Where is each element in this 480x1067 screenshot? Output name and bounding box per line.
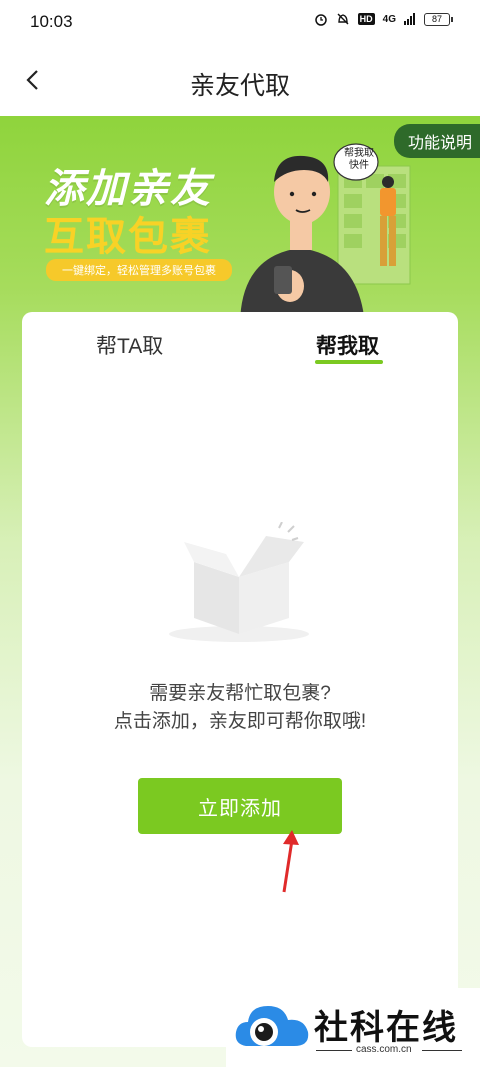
active-tab-indicator <box>315 360 383 364</box>
watermark-name: 社科在线 <box>314 1009 458 1047</box>
page-title: 亲友代取 <box>189 72 290 100</box>
annotation-arrow-icon <box>282 830 299 893</box>
main-card: 帮TA取 帮我取 需要亲友帮忙取包裹? 点击添加，亲友即可帮你取哦! 立即添加 <box>22 312 458 1047</box>
banner-slogan: 一键绑定，轻松管理多账号包裹 <box>46 259 232 281</box>
promo-banner: 添加亲友 互取包裹 一键绑定，轻松管理多账号包裹 功能说明 帮我取快件 <box>0 116 480 316</box>
tab-help-me[interactable]: 帮我取 <box>316 330 379 360</box>
alarm-icon <box>314 14 327 26</box>
battery-indicator: 87 <box>424 12 453 26</box>
network-type: 4G <box>382 13 396 25</box>
speech-bubble-text: 帮我取快件 <box>344 148 374 171</box>
status-time: 10:03 <box>30 12 73 31</box>
signal-icon <box>404 13 415 25</box>
hd-badge: HD <box>357 13 375 25</box>
tab-help-them[interactable]: 帮TA取 <box>96 330 163 360</box>
empty-box-icon <box>169 522 309 642</box>
empty-state-line1: 需要亲友帮忙取包裹? <box>149 683 331 704</box>
status-bar: 10:03 HD 4G 87 <box>0 0 480 44</box>
banner-illustration <box>240 143 411 316</box>
bell-muted-icon <box>337 13 349 25</box>
banner-title-line2: 互取包裹 <box>44 215 212 259</box>
watermark-domain: cass.com.cn <box>356 1044 412 1055</box>
nav-bar: 亲友代取 <box>0 44 480 116</box>
status-icons: HD 4G 87 <box>314 12 453 26</box>
watermark-divider-left <box>316 1050 352 1051</box>
watermark-divider-right <box>422 1050 462 1051</box>
empty-state-line2: 点击添加，亲友即可帮你取哦! <box>113 711 367 732</box>
watermark-logo-icon <box>235 1006 309 1046</box>
add-now-button[interactable]: 立即添加 <box>138 778 342 834</box>
watermark: 社科在线 cass.com.cn <box>226 988 480 1067</box>
